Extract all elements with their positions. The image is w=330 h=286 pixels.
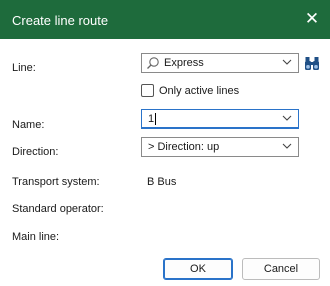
create-line-route-dialog: Create line route ✕ Line: Express Only a… bbox=[0, 0, 330, 286]
magnifier-icon bbox=[147, 57, 159, 69]
line-label: Line: bbox=[12, 62, 36, 74]
dialog-title: Create line route bbox=[12, 13, 109, 28]
name-combobox[interactable]: 1 bbox=[141, 109, 299, 129]
name-value: 1 bbox=[148, 113, 155, 125]
line-select[interactable]: Express bbox=[141, 53, 299, 73]
transport-system-label: Transport system: bbox=[12, 176, 100, 188]
direction-select[interactable]: > Direction: up bbox=[141, 137, 299, 157]
ok-button[interactable]: OK bbox=[163, 258, 233, 280]
title-bar: Create line route ✕ bbox=[0, 0, 330, 39]
direction-label: Direction: bbox=[12, 146, 59, 158]
chevron-down-icon bbox=[282, 59, 292, 65]
chevron-down-icon bbox=[282, 143, 292, 149]
only-active-lines-label[interactable]: Only active lines bbox=[159, 85, 239, 97]
transport-system-value: B Bus bbox=[147, 176, 177, 188]
text-cursor bbox=[155, 113, 156, 125]
standard-operator-label: Standard operator: bbox=[12, 203, 104, 215]
main-line-label: Main line: bbox=[12, 231, 60, 243]
only-active-lines-checkbox[interactable] bbox=[141, 84, 154, 97]
name-label: Name: bbox=[12, 119, 45, 131]
close-icon[interactable]: ✕ bbox=[300, 7, 324, 31]
cancel-button[interactable]: Cancel bbox=[242, 258, 320, 280]
binoculars-icon[interactable] bbox=[304, 55, 320, 71]
line-value: Express bbox=[164, 57, 204, 69]
chevron-down-icon[interactable] bbox=[282, 113, 292, 123]
direction-value: > Direction: up bbox=[148, 141, 220, 153]
